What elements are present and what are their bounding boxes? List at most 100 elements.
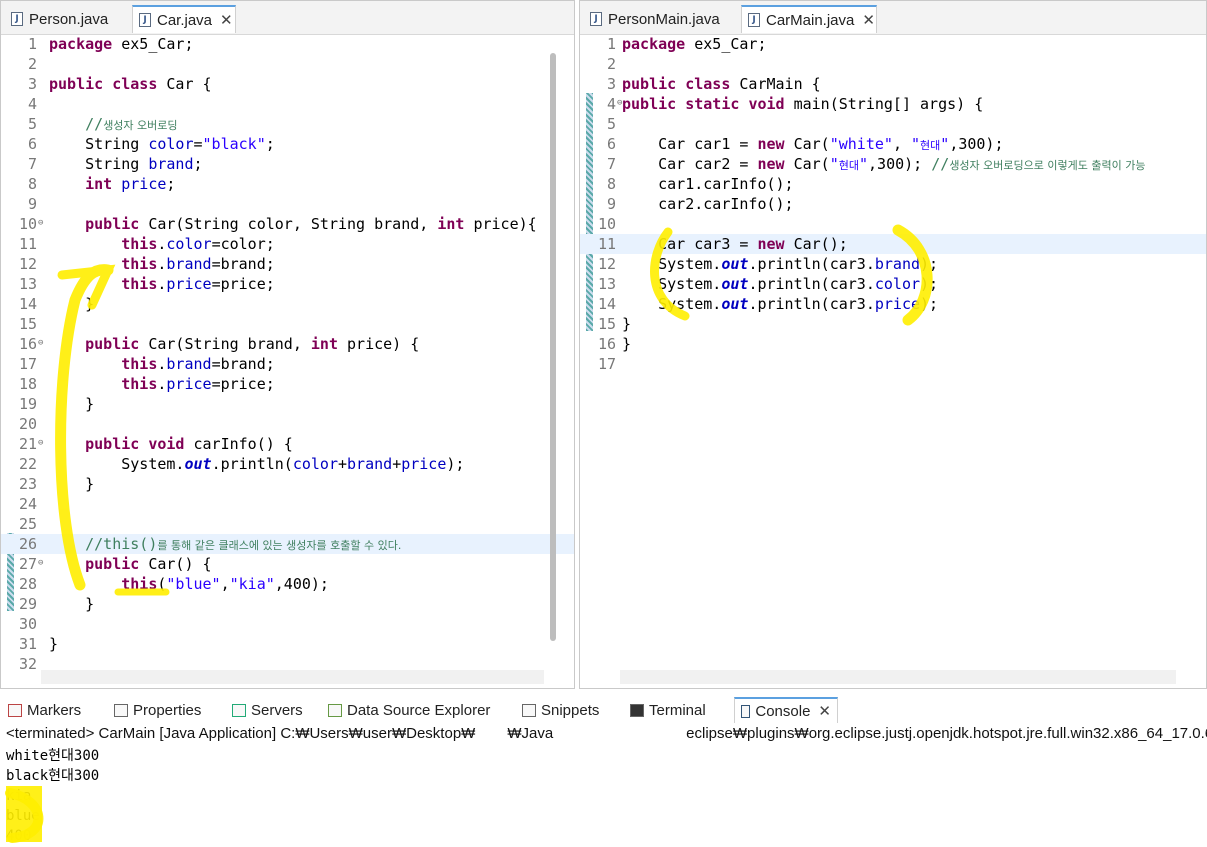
code-line[interactable]: 28 this("blue","kia",400);	[1, 574, 574, 594]
tab-snippets[interactable]: Snippets	[522, 697, 599, 723]
code-line[interactable]: 5	[580, 114, 1206, 134]
line-number: 7	[606, 155, 616, 173]
line-number: 10	[18, 215, 37, 233]
code-line[interactable]: 9 car2.carInfo();	[580, 194, 1206, 214]
tab-personmain-java[interactable]: J PersonMain.java	[584, 5, 740, 33]
line-number: 20	[18, 415, 37, 433]
code-text: this.price=price;	[121, 375, 275, 393]
horizontal-scrollbar[interactable]	[41, 670, 544, 684]
code-line[interactable]: 7 Car car2 = new Car("현대",300); //생성자 오버…	[580, 154, 1206, 174]
tab-carmain-java[interactable]: J CarMain.java ✕	[741, 5, 877, 33]
code-line[interactable]: 6 Car car1 = new Car("white", "현대",300);	[580, 134, 1206, 154]
tab-car-java[interactable]: J Car.java ✕	[132, 5, 236, 33]
code-line[interactable]: 29 }	[1, 594, 574, 614]
code-line[interactable]: 20	[1, 414, 574, 434]
code-line[interactable]: 2	[1, 54, 574, 74]
bottom-panel-tabbar: Markers Properties Servers Data Source E…	[0, 694, 1207, 725]
code-line[interactable]: 25	[1, 514, 574, 534]
line-number: 1	[606, 35, 616, 53]
code-line[interactable]: 31}	[1, 634, 574, 654]
code-line[interactable]: 1 package ex5_Car;	[1, 34, 574, 54]
code-line[interactable]: 11 Car car3 = new Car();	[580, 234, 1206, 254]
code-line[interactable]: 4 ⊖ public static void main(String[] args)…	[580, 94, 1206, 114]
line-number: 1	[27, 35, 37, 53]
code-line[interactable]: 2	[580, 54, 1206, 74]
code-line[interactable]: 13 System.out.println(car3.color);	[580, 274, 1206, 294]
line-number: 15	[18, 315, 37, 333]
code-line[interactable]: 1 package ex5_Car;	[580, 34, 1206, 54]
code-line[interactable]: 21 ⊖ public void carInfo() {	[1, 434, 574, 454]
code-line[interactable]: 26 //this()를 통해 같은 클래스에 있는 생성자를 호출할 수 있다…	[1, 534, 574, 554]
code-area[interactable]: 1 package ex5_Car; 2 3 public class Car {4 5 …	[1, 34, 574, 673]
code-line[interactable]: 17 this.brand=brand;	[1, 354, 574, 374]
code-line[interactable]: 13 this.price=price;	[1, 274, 574, 294]
line-number: 3	[606, 75, 616, 93]
line-number: 21	[18, 435, 37, 453]
code-text: this("blue","kia",400);	[121, 575, 329, 593]
line-number: 23	[18, 475, 37, 493]
code-line[interactable]: 3 public class Car {	[1, 74, 574, 94]
fold-toggle-icon[interactable]: ⊖	[38, 553, 43, 573]
code-line[interactable]: 18 this.price=price;	[1, 374, 574, 394]
code-area[interactable]: 1 package ex5_Car; 2 3 public class CarMain …	[580, 34, 1206, 666]
fold-toggle-icon[interactable]: ⊖	[38, 433, 43, 453]
console-output-line: white현대300	[6, 748, 100, 764]
code-text: public class CarMain {	[622, 75, 821, 93]
code-line[interactable]: 17	[580, 354, 1206, 374]
code-line[interactable]: 8 car1.carInfo();	[580, 174, 1206, 194]
tab-console[interactable]: Console ✕	[734, 697, 838, 723]
code-line[interactable]: 24	[1, 494, 574, 514]
code-line[interactable]: 15}	[580, 314, 1206, 334]
terminal-icon	[630, 703, 644, 717]
car-java-editor[interactable]: J Person.java J Car.java ✕ 1 package ex5_…	[0, 0, 575, 689]
code-line[interactable]: 19 }	[1, 394, 574, 414]
console-view[interactable]: <terminated> CarMain [Java Application] …	[0, 724, 1207, 847]
code-line[interactable]: 16}	[580, 334, 1206, 354]
code-text: Car car1 = new Car("white", "현대",300);	[622, 135, 1004, 153]
line-number: 26	[18, 535, 37, 553]
code-line[interactable]: 11 this.color=color;	[1, 234, 574, 254]
tab-terminal[interactable]: Terminal	[630, 697, 706, 723]
code-line[interactable]: 6 String color="black";	[1, 134, 574, 154]
tab-properties[interactable]: Properties	[114, 697, 201, 723]
code-line[interactable]: 10 ⊖ public Car(String color, String bran…	[1, 214, 574, 234]
line-number: 2	[606, 55, 616, 73]
code-line[interactable]: 7 String brand;	[1, 154, 574, 174]
fold-toggle-icon[interactable]: ⊖	[38, 333, 43, 353]
code-line[interactable]: 8 int price;	[1, 174, 574, 194]
code-line[interactable]: 14 System.out.println(car3.price);	[580, 294, 1206, 314]
code-line[interactable]: 27 ⊖ public Car() {	[1, 554, 574, 574]
code-text: car2.carInfo();	[622, 195, 794, 213]
console-output-line: kia	[6, 788, 32, 804]
console-output-line: blue	[6, 808, 40, 824]
tab-servers[interactable]: Servers	[232, 697, 303, 723]
code-line[interactable]: 16 ⊖ public Car(String brand, int price) …	[1, 334, 574, 354]
code-line[interactable]: 12 System.out.println(car3.brand);	[580, 254, 1206, 274]
code-line[interactable]: 5 //생성자 오버로딩	[1, 114, 574, 134]
code-line[interactable]: 30	[1, 614, 574, 634]
code-line[interactable]: 14 }	[1, 294, 574, 314]
code-text: Car car2 = new Car("현대",300); //생성자 오버로딩…	[622, 155, 1146, 173]
close-icon[interactable]: ✕	[818, 702, 831, 720]
code-text: public void carInfo() {	[85, 435, 293, 453]
code-text: String color="black";	[49, 135, 275, 153]
code-line[interactable]: 4	[1, 94, 574, 114]
code-line[interactable]: 23 }	[1, 474, 574, 494]
code-line[interactable]: 10	[580, 214, 1206, 234]
code-line[interactable]: 9	[1, 194, 574, 214]
vertical-scrollbar[interactable]	[550, 53, 556, 641]
horizontal-scrollbar[interactable]	[620, 670, 1176, 684]
code-line[interactable]: 3 public class CarMain {	[580, 74, 1206, 94]
tab-markers[interactable]: Markers	[8, 697, 81, 723]
code-line[interactable]: 12 this.brand=brand;	[1, 254, 574, 274]
carmain-java-editor[interactable]: J PersonMain.java J CarMain.java ✕ 1 pack…	[579, 0, 1207, 689]
tab-person-java[interactable]: J Person.java	[5, 5, 131, 33]
line-number: 27	[18, 555, 37, 573]
close-icon[interactable]: ✕	[862, 11, 875, 29]
code-line[interactable]: 15	[1, 314, 574, 334]
close-icon[interactable]: ✕	[220, 11, 233, 29]
fold-toggle-icon[interactable]: ⊖	[38, 213, 43, 233]
tab-data-source-explorer[interactable]: Data Source Explorer	[328, 697, 490, 723]
line-number: 5	[27, 115, 37, 133]
code-line[interactable]: 22 System.out.println(color+brand+price)…	[1, 454, 574, 474]
